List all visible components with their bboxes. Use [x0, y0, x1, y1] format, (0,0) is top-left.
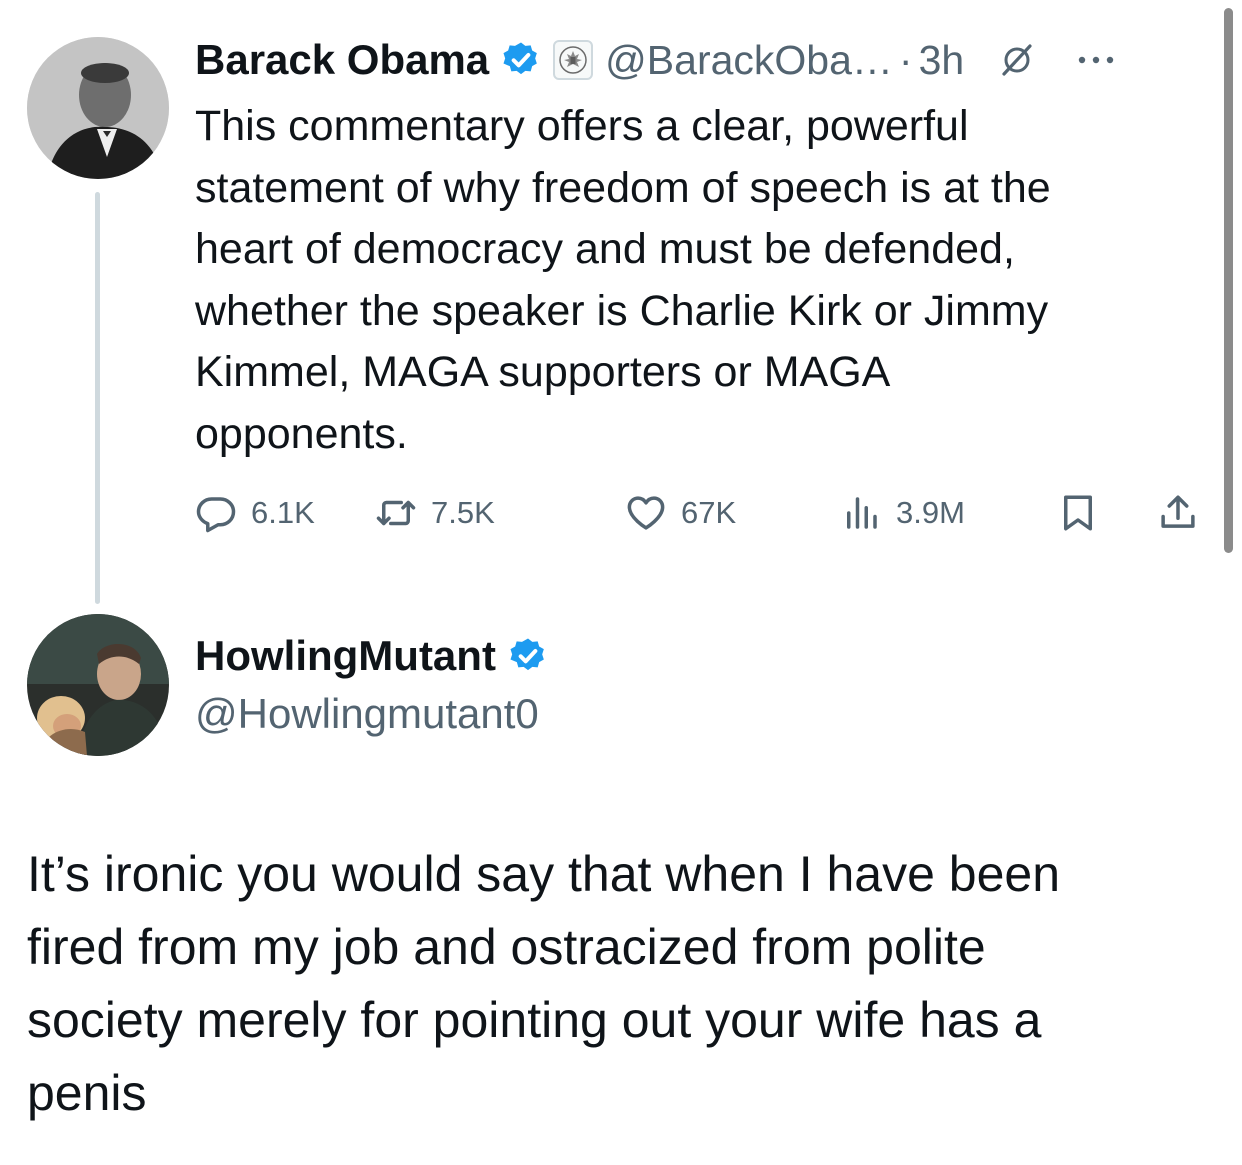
author-name[interactable]: HowlingMutant — [195, 632, 496, 680]
avatar-image — [27, 37, 169, 179]
verified-badge-icon — [501, 40, 541, 80]
repost-button[interactable]: 7.5K — [375, 487, 495, 539]
views-count: 3.9M — [896, 495, 965, 530]
author-handle[interactable]: @BarackOba… — [605, 37, 893, 84]
like-count: 67K — [681, 495, 737, 530]
tweet-header: Barack Obama @BarackOba… · 3h — [195, 32, 1118, 88]
views-button[interactable]: 3.9M — [840, 487, 965, 539]
more-dots-icon[interactable] — [1074, 41, 1118, 79]
timestamp[interactable]: 3h — [919, 37, 965, 84]
repost-arrows-icon — [375, 492, 417, 534]
reply-count: 6.1K — [251, 495, 315, 530]
heart-icon — [625, 492, 667, 534]
share-button[interactable] — [1157, 487, 1199, 539]
reply-button[interactable]: 6.1K — [195, 487, 315, 539]
tweet-text: This commentary offers a clear, powerful… — [195, 102, 1051, 458]
views-bar-chart-icon — [840, 492, 882, 534]
bookmark-button[interactable] — [1057, 487, 1099, 539]
government-seal-icon[interactable] — [553, 40, 594, 80]
reply-header: HowlingMutant — [195, 628, 548, 684]
bookmark-icon — [1057, 492, 1099, 534]
share-upload-icon — [1157, 492, 1199, 534]
like-button[interactable]: 67K — [625, 487, 736, 539]
separator-dot: · — [898, 36, 913, 83]
grok-slash-icon[interactable] — [998, 41, 1036, 79]
scrollbar[interactable] — [1224, 8, 1233, 553]
reply-bubble-icon — [195, 492, 237, 534]
action-bar: 6.1K 7.5K 67K 3.9M — [195, 487, 1215, 539]
repost-count: 7.5K — [431, 495, 495, 530]
reply-text: It’s ironic you would say that when I ha… — [27, 846, 1061, 1121]
avatar-image — [27, 614, 169, 756]
verified-badge-icon — [508, 636, 548, 676]
thread-connector-line — [95, 192, 100, 604]
author-handle[interactable]: @Howlingmutant0 — [195, 690, 539, 738]
avatar[interactable] — [27, 37, 169, 179]
avatar[interactable] — [27, 614, 169, 756]
author-name[interactable]: Barack Obama — [195, 36, 489, 84]
